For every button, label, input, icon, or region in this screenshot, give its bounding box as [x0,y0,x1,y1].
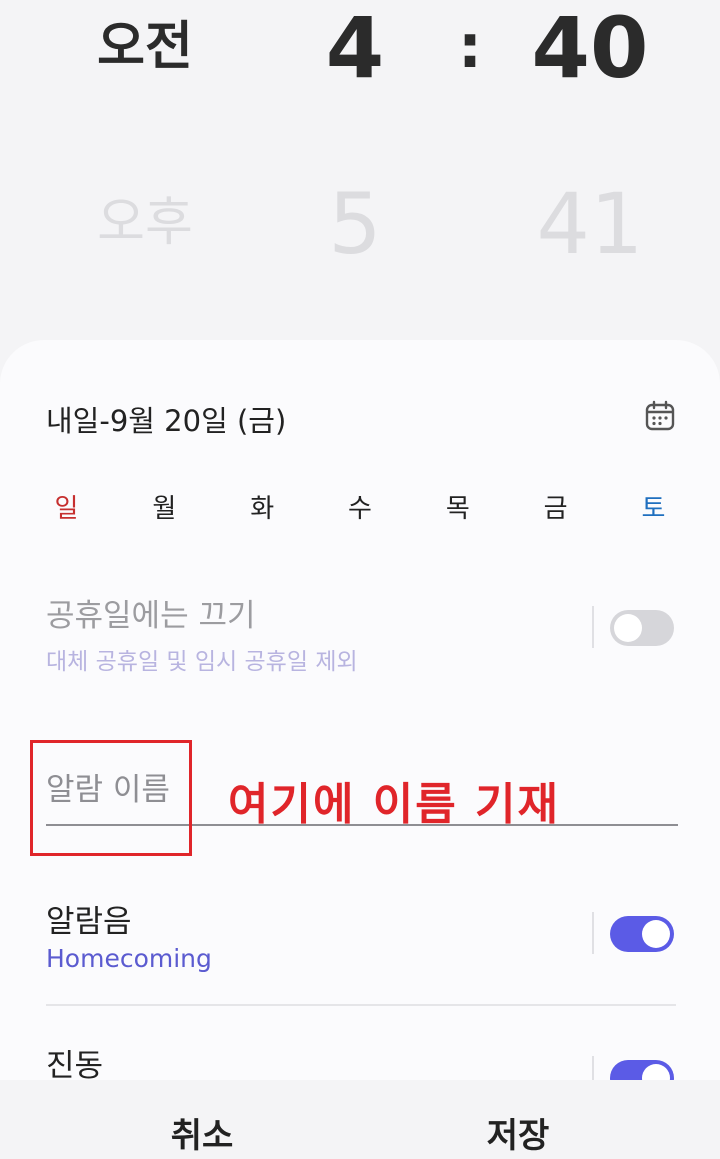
minute-next[interactable]: 41 [510,176,670,272]
cancel-button[interactable]: 취소 [102,1108,302,1157]
bottom-action-bar: 취소 저장 [0,1080,720,1159]
holiday-divider [592,606,594,648]
day-thursday[interactable]: 목 [409,488,506,525]
alarm-settings-card: 내일-9월 20일 (금) 일 월 화 수 목 금 토 공휴일에는 끄기 대체 … [0,340,720,1080]
day-tuesday[interactable]: 화 [214,488,311,525]
alarm-sound-value[interactable]: Homecoming [46,944,212,973]
vibration-divider [592,1056,594,1080]
holiday-off-subtitle: 대체 공휴일 및 임시 공휴일 제외 [46,649,358,675]
vibration-toggle[interactable] [610,1060,674,1080]
annotation-text: 여기에 이름 기재 [228,779,560,830]
weekday-selector: 일 월 화 수 목 금 토 [18,488,702,525]
vibration-title[interactable]: 진동 [46,1040,103,1080]
time-separator: : [458,12,482,82]
date-label: 내일-9월 20일 (금) [46,404,287,438]
ampm-selected[interactable]: 오전 [60,14,230,80]
day-sunday[interactable]: 일 [18,488,115,525]
minute-selected[interactable]: 40 [510,0,670,96]
hour-next[interactable]: 5 [300,176,410,272]
section-divider [46,1004,676,1006]
ampm-next[interactable]: 오후 [60,190,230,256]
save-button[interactable]: 저장 [418,1108,618,1157]
hour-selected[interactable]: 4 [300,0,410,96]
holiday-toggle[interactable] [610,610,674,646]
toggle-knob [642,1064,670,1080]
toggle-knob [642,920,670,948]
day-friday[interactable]: 금 [507,488,604,525]
annotation-highlight-box [30,740,192,856]
day-monday[interactable]: 월 [116,488,213,525]
time-picker[interactable]: 오전 4 : 40 오후 5 41 [0,0,720,360]
day-saturday[interactable]: 토 [605,488,702,525]
toggle-knob [614,614,642,642]
sound-divider [592,912,594,954]
day-wednesday[interactable]: 수 [311,488,408,525]
alarm-sound-toggle[interactable] [610,916,674,952]
holiday-off-title[interactable]: 공휴일에는 끄기 [46,590,256,635]
calendar-icon[interactable] [644,400,676,432]
alarm-sound-title[interactable]: 알람음 [46,896,132,941]
